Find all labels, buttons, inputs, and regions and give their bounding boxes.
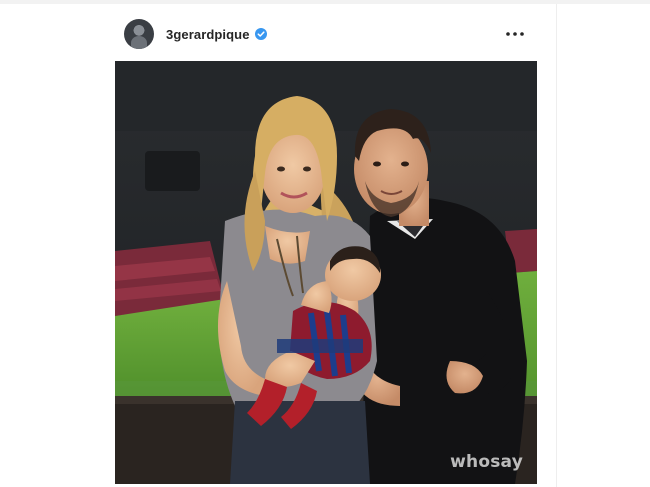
instagram-post: 3gerardpique whosay: [96, 4, 557, 487]
more-options-button[interactable]: [504, 26, 526, 42]
photo-watermark: whosay: [450, 452, 523, 472]
post-photo[interactable]: whosay: [115, 61, 537, 484]
profile-avatar[interactable]: [124, 19, 154, 49]
photo-illustration: [115, 61, 537, 484]
verified-badge-icon: [254, 28, 267, 40]
more-horizontal-icon: [506, 32, 524, 36]
page: 3gerardpique whosay: [0, 0, 650, 487]
username-link[interactable]: 3gerardpique: [166, 27, 250, 42]
post-header: 3gerardpique: [124, 18, 526, 50]
